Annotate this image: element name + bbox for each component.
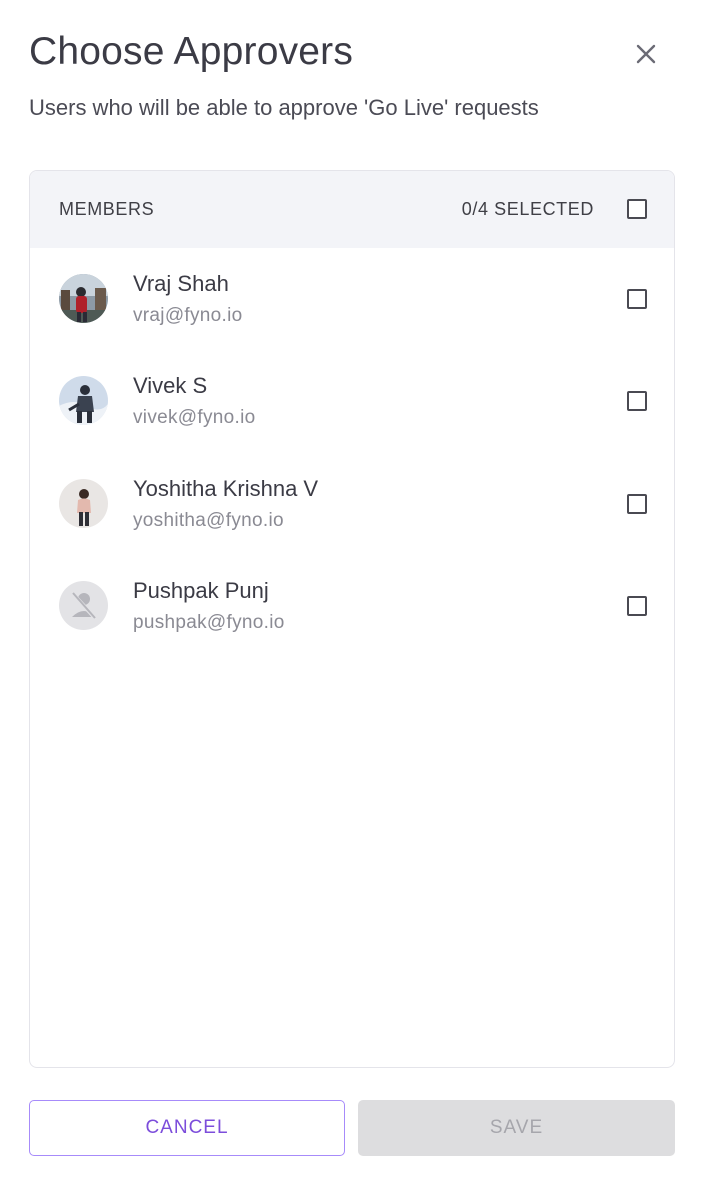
member-checkbox[interactable] [627,391,647,411]
member-row[interactable]: Vivek S vivek@fyno.io [30,350,674,452]
members-label: MEMBERS [59,199,155,219]
choose-approvers-dialog: Choose Approvers Users who will be able … [0,0,702,1182]
members-header: MEMBERS 0/4 SELECTED [30,171,674,248]
member-email: vivek@fyno.io [133,407,256,428]
member-checkbox[interactable] [627,494,647,514]
avatar-placeholder [59,581,108,630]
dialog-subtitle: Users who will be able to approve 'Go Li… [29,95,539,120]
save-button[interactable]: SAVE [358,1100,675,1156]
selected-count: 0/4 SELECTED [461,199,594,219]
cancel-button[interactable]: CANCEL [29,1100,345,1156]
member-email: vraj@fyno.io [133,305,243,326]
member-name: Vraj Shah [133,271,229,296]
no-photo-icon [59,581,108,630]
member-row[interactable]: Yoshitha Krishna V yoshitha@fyno.io [30,453,674,555]
close-button[interactable] [626,34,666,74]
select-all-checkbox[interactable] [627,199,647,219]
close-icon [636,44,656,64]
member-row[interactable]: Pushpak Punj pushpak@fyno.io [30,555,674,657]
member-name: Pushpak Punj [133,578,269,603]
member-name: Yoshitha Krishna V [133,476,319,501]
avatar [59,376,108,425]
avatar [59,479,108,528]
member-checkbox[interactable] [627,289,647,309]
dialog-title: Choose Approvers [29,30,354,73]
avatar [59,274,108,323]
member-name: Vivek S [133,373,208,398]
members-panel: MEMBERS 0/4 SELECTED Vraj Shah vraj@fyno… [29,170,675,1068]
member-row[interactable]: Vraj Shah vraj@fyno.io [30,248,674,350]
member-checkbox[interactable] [627,596,647,616]
member-email: yoshitha@fyno.io [133,510,284,531]
member-email: pushpak@fyno.io [133,612,285,633]
